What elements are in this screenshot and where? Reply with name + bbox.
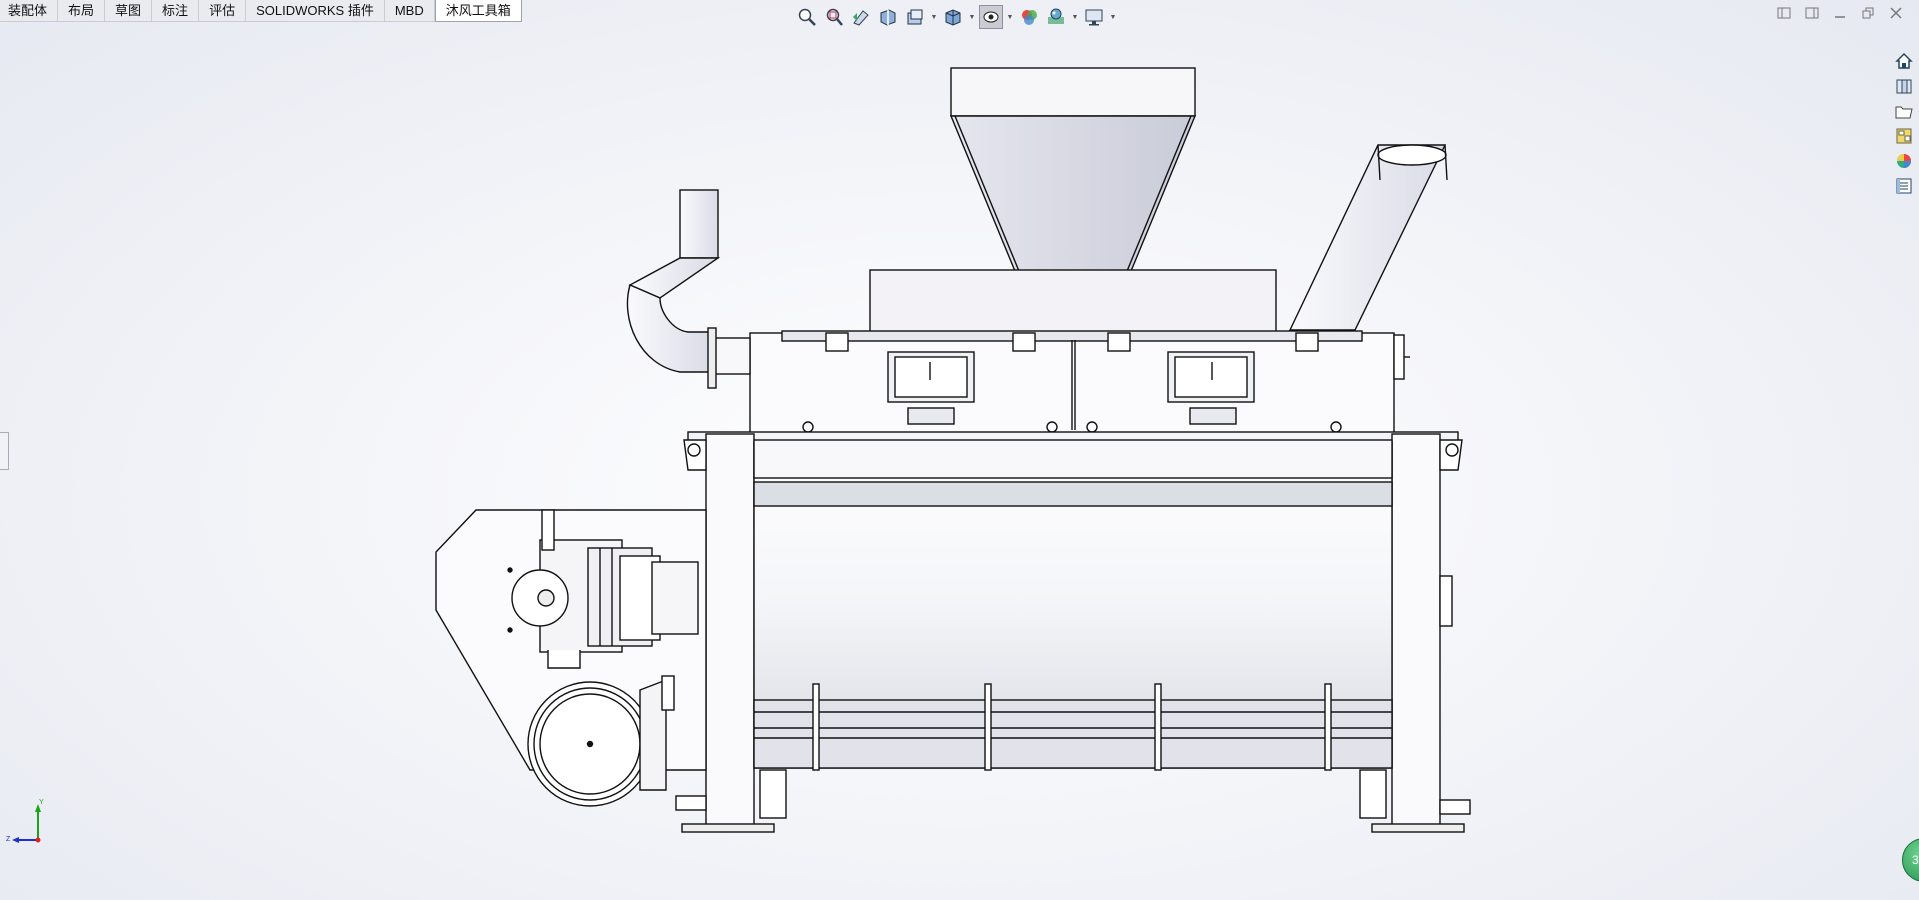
feed-hopper <box>949 67 1197 323</box>
left-elbow-pipe <box>626 189 751 389</box>
tab-sketch[interactable]: 草图 <box>105 0 153 22</box>
tile-left-icon[interactable] <box>1777 6 1791 20</box>
zoom-to-fit-icon[interactable] <box>795 5 819 29</box>
heads-up-view-toolbar: ▼ ▼ ▼ ▼ ▼ <box>795 4 1117 30</box>
feature-manager-collapse-handle[interactable] <box>0 432 9 470</box>
display-style-icon[interactable] <box>979 5 1003 29</box>
custom-properties-icon[interactable] <box>1893 175 1915 197</box>
tab-assembly[interactable]: 装配体 <box>0 0 59 22</box>
task-pane-tabs <box>1893 50 1919 197</box>
file-explorer-icon[interactable] <box>1893 100 1915 122</box>
dynamic-annotation-icon[interactable] <box>903 5 927 29</box>
chevron-down-icon[interactable]: ▼ <box>1006 5 1014 29</box>
chevron-down-icon[interactable]: ▼ <box>1109 5 1117 29</box>
chevron-down-icon[interactable]: ▼ <box>930 5 938 29</box>
tab-markup[interactable]: 标注 <box>152 0 200 22</box>
section-view-icon[interactable] <box>876 5 900 29</box>
view-settings-icon[interactable] <box>1082 5 1106 29</box>
tab-evaluate[interactable]: 评估 <box>199 0 247 22</box>
zoom-to-area-icon[interactable] <box>822 5 846 29</box>
coordinate-triad: Y Z <box>6 799 44 843</box>
svg-text:YSH3D: YSH3D <box>910 412 1083 470</box>
command-manager-tabs: 装配体 布局 草图 标注 评估 SOLIDWORKS 插件 MBD 沐风工具箱 <box>0 0 522 22</box>
close-icon[interactable] <box>1889 6 1903 20</box>
hide-show-items-icon[interactable] <box>1017 5 1041 29</box>
motor <box>511 509 699 669</box>
view-orientation-icon[interactable] <box>941 5 965 29</box>
window-controls <box>1777 6 1903 20</box>
tab-mufeng-toolbox[interactable]: 沐风工具箱 <box>434 0 522 22</box>
chevron-down-icon[interactable]: ▼ <box>1071 5 1079 29</box>
top-cover <box>869 269 1277 333</box>
restore-icon[interactable] <box>1861 6 1875 20</box>
appearances-scenes-icon[interactable] <box>1893 150 1915 172</box>
design-library-icon[interactable] <box>1893 75 1915 97</box>
tab-solidworks-addins[interactable]: SOLIDWORKS 插件 <box>246 0 385 22</box>
view-palette-icon[interactable] <box>1893 125 1915 147</box>
apply-scene-icon[interactable] <box>1044 5 1068 29</box>
status-badge[interactable]: 33 <box>1902 838 1919 882</box>
minimize-icon[interactable] <box>1833 6 1847 20</box>
chevron-down-icon[interactable]: ▼ <box>968 5 976 29</box>
tab-mbd[interactable]: MBD <box>384 0 435 22</box>
triad-z-label: Z <box>6 836 11 843</box>
solidworks-resources-icon[interactable] <box>1893 50 1915 72</box>
tile-right-icon[interactable] <box>1805 6 1819 20</box>
tab-layout[interactable]: 布局 <box>58 0 106 22</box>
inclined-pipe <box>1288 144 1448 331</box>
triad-y-label: Y <box>39 799 44 806</box>
watermark-url: WWW.YSH3D.COM <box>890 484 1096 506</box>
previous-view-icon[interactable] <box>849 5 873 29</box>
drive-guard <box>435 509 707 771</box>
pulley <box>527 675 675 807</box>
